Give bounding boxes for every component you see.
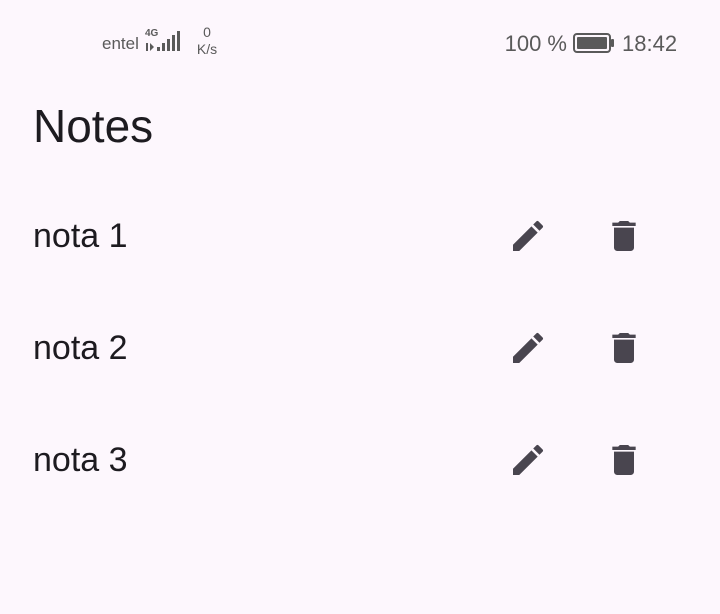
- network-speed-unit: K/s: [196, 41, 218, 57]
- edit-icon: [513, 444, 544, 475]
- edit-button[interactable]: [500, 432, 556, 488]
- note-title: nota 3: [33, 441, 128, 479]
- delete-icon: [612, 333, 636, 363]
- page-title: Notes: [33, 100, 154, 152]
- network-speed: 0 K/s: [190, 24, 224, 58]
- delete-icon: [612, 445, 636, 475]
- notes-list: nota 1 nota 2 nota 3: [0, 180, 720, 516]
- delete-button[interactable]: [596, 208, 652, 264]
- note-title: nota 1: [33, 217, 128, 255]
- note-item[interactable]: nota 1: [0, 180, 720, 292]
- carrier-name: entel: [102, 34, 139, 53]
- signal-icon: [146, 31, 180, 51]
- note-item[interactable]: nota 2: [0, 292, 720, 404]
- network-speed-value: 0: [203, 24, 211, 40]
- battery-icon: [573, 33, 614, 53]
- delete-button[interactable]: [596, 432, 652, 488]
- note-title: nota 2: [33, 329, 128, 367]
- delete-icon: [612, 221, 636, 251]
- network-indicator: 4G: [145, 29, 185, 53]
- edit-icon: [513, 220, 544, 251]
- clock: 18:42: [622, 31, 678, 56]
- battery-percent: 100 %: [504, 31, 567, 56]
- edit-icon: [513, 332, 544, 363]
- edit-button[interactable]: [500, 208, 556, 264]
- delete-button[interactable]: [596, 320, 652, 376]
- note-item[interactable]: nota 3: [0, 404, 720, 516]
- edit-button[interactable]: [500, 320, 556, 376]
- status-bar: entel 4G 0 K/s 100 % 18:42: [0, 0, 720, 84]
